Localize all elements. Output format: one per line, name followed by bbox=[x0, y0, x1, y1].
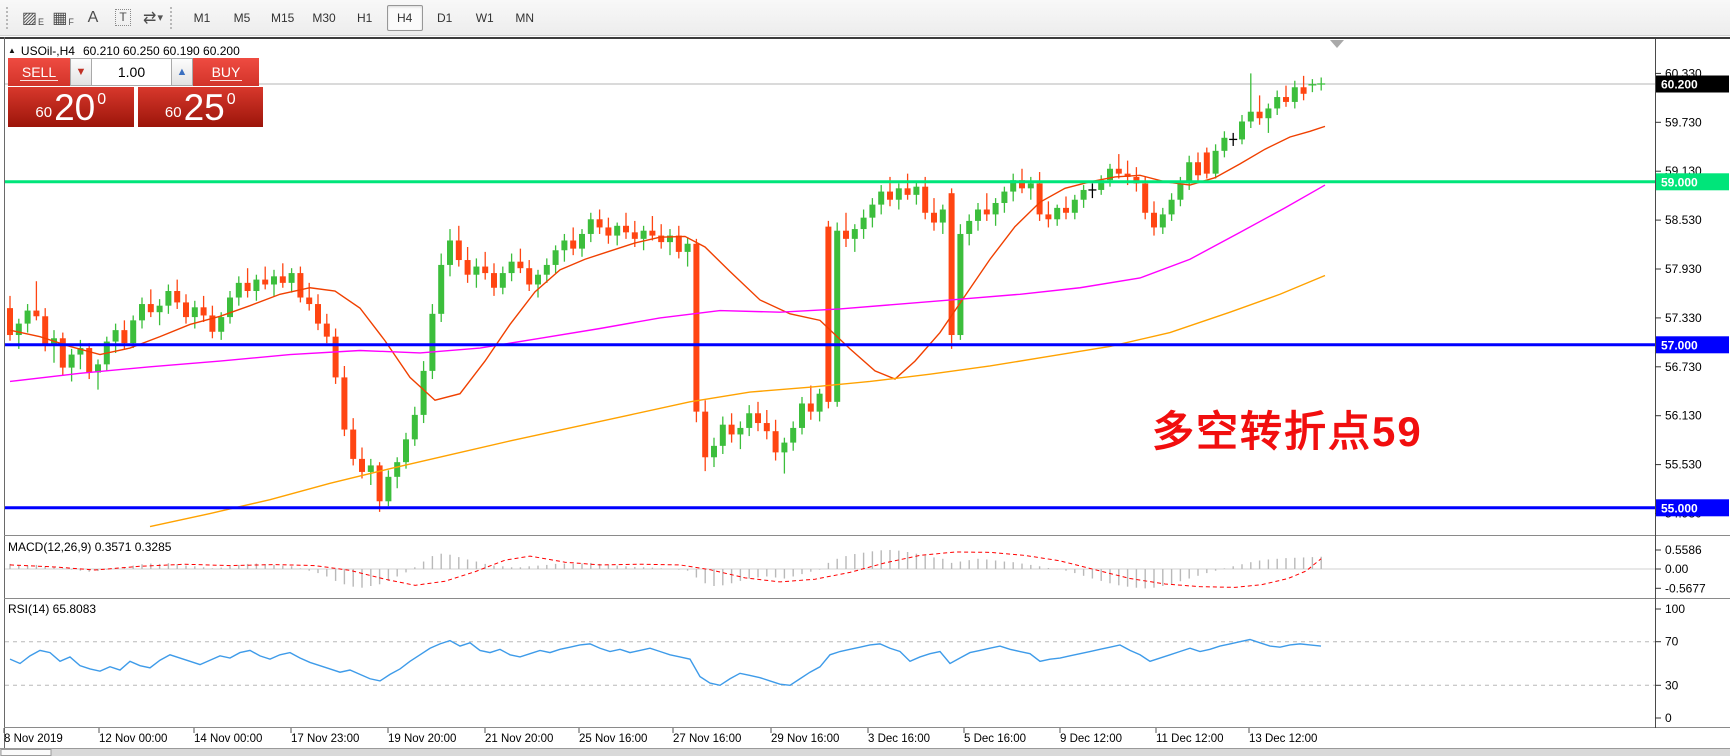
buy-price-panel[interactable]: 60 25 0 bbox=[138, 87, 264, 127]
symbol-period-label: USOil-,H4 bbox=[21, 44, 75, 58]
rsi-axis-label: 30 bbox=[1665, 678, 1679, 692]
time-axis-label: 3 Dec 16:00 bbox=[868, 733, 930, 745]
chevron-down-icon: ▾ bbox=[157, 11, 163, 24]
fibonacci-tool-button[interactable]: ▦ F bbox=[51, 5, 75, 31]
tf-button-M1[interactable]: M1 bbox=[184, 5, 220, 31]
text-tool-button[interactable]: A bbox=[81, 5, 105, 31]
rsi-axis-label: 100 bbox=[1665, 602, 1685, 616]
time-axis-label: 29 Nov 16:00 bbox=[771, 733, 839, 745]
price-axis-label: 57.330 bbox=[1665, 311, 1702, 325]
price-badge-label: 59.000 bbox=[1661, 175, 1698, 189]
price-badge-label: 55.000 bbox=[1661, 501, 1698, 515]
price-axis-label: 56.130 bbox=[1665, 409, 1702, 423]
tf-button-H4[interactable]: H4 bbox=[387, 5, 423, 31]
shapes-tool-button[interactable]: ⇄ ▾ bbox=[141, 5, 165, 31]
macd-axis-label: 0.5586 bbox=[1665, 543, 1702, 557]
ohlc-values: 60.210 60.250 60.190 60.200 bbox=[83, 44, 240, 58]
text-icon: A bbox=[88, 9, 99, 27]
time-axis-label: 19 Nov 20:00 bbox=[388, 733, 456, 745]
collapse-panel-icon[interactable]: ▲ bbox=[8, 46, 16, 55]
sell-button[interactable]: SELL bbox=[8, 58, 70, 86]
price-axis-label: 58.530 bbox=[1665, 213, 1702, 227]
price-axis-label: 57.930 bbox=[1665, 262, 1702, 276]
toolbar-separator bbox=[170, 7, 176, 29]
time-axis-label: 27 Nov 16:00 bbox=[673, 733, 741, 745]
fibonacci-icon: ▦ bbox=[52, 8, 67, 28]
text-label-tool-button[interactable]: T bbox=[111, 5, 135, 31]
tf-button-MN[interactable]: MN bbox=[507, 5, 543, 31]
volume-input[interactable] bbox=[92, 58, 171, 86]
time-axis-label: 5 Dec 16:00 bbox=[964, 733, 1026, 745]
time-axis-label: 14 Nov 00:00 bbox=[194, 733, 262, 745]
draw-channel-icon-sub: E bbox=[38, 17, 44, 27]
shapes-icon: ⇄ bbox=[143, 8, 156, 28]
rsi-line bbox=[10, 640, 1321, 686]
chart-annotation-text: 多空转折点59 bbox=[1152, 398, 1423, 459]
price-axis-label: 59.730 bbox=[1665, 115, 1702, 129]
sell-price-sup: 0 bbox=[97, 91, 106, 109]
timeframe-bar: M1M5M15M30H1H4D1W1MN bbox=[182, 5, 545, 31]
price-badge-label: 57.000 bbox=[1661, 338, 1698, 352]
time-axis-label: 12 Nov 00:00 bbox=[99, 733, 167, 745]
buy-button[interactable]: BUY bbox=[193, 58, 259, 86]
time-axis-label: 17 Nov 23:00 bbox=[291, 733, 359, 745]
time-axis-label: 11 Dec 12:00 bbox=[1156, 733, 1224, 745]
rsi-axis-label: 70 bbox=[1665, 635, 1679, 649]
toolbar-drag-handle[interactable] bbox=[6, 7, 12, 29]
text-label-icon: T bbox=[115, 9, 130, 26]
time-axis-label: 21 Nov 20:00 bbox=[485, 733, 553, 745]
mt4-window: 60.33059.73059.13058.53057.93057.33056.7… bbox=[0, 0, 1730, 756]
rsi-axis-label: 0 bbox=[1665, 711, 1672, 725]
tf-button-M30[interactable]: M30 bbox=[305, 5, 342, 31]
draw-channel-icon: ▨ bbox=[22, 8, 37, 28]
sell-button-label: SELL bbox=[20, 64, 58, 81]
one-click-trading-panel: SELL ▼ ▲ BUY 60 20 0 60 25 0 bbox=[8, 58, 263, 127]
rsi-label: RSI(14) 65.8083 bbox=[8, 602, 96, 616]
chart-shift-marker-icon bbox=[1330, 40, 1344, 48]
tf-button-H1[interactable]: H1 bbox=[347, 5, 383, 31]
spinner-up-icon: ▲ bbox=[177, 66, 188, 78]
ma-slow-line bbox=[150, 276, 1325, 527]
macd-axis-label: -0.5677 bbox=[1665, 581, 1706, 595]
time-axis-label: 25 Nov 16:00 bbox=[579, 733, 647, 745]
buy-price-prefix: 60 bbox=[165, 104, 182, 121]
fibonacci-icon-sub: F bbox=[68, 17, 74, 27]
draw-channel-tool-button[interactable]: ▨ E bbox=[21, 5, 45, 31]
macd-label: MACD(12,26,9) 0.3571 0.3285 bbox=[8, 540, 171, 554]
tf-button-M5[interactable]: M5 bbox=[224, 5, 260, 31]
candles-group bbox=[7, 73, 1325, 511]
horizontal-scrollbar[interactable] bbox=[0, 749, 1730, 756]
buy-button-label: BUY bbox=[210, 64, 243, 81]
macd-signal-line bbox=[10, 552, 1321, 587]
scrollbar-thumb[interactable] bbox=[1, 750, 51, 756]
ma-mid-line bbox=[10, 185, 1325, 381]
time-axis-label: 13 Dec 12:00 bbox=[1249, 733, 1317, 745]
macd-axis-label: 0.00 bbox=[1665, 562, 1689, 576]
time-axis-label: 9 Dec 12:00 bbox=[1060, 733, 1122, 745]
sell-price-panel[interactable]: 60 20 0 bbox=[8, 87, 134, 127]
toolbar: ▨ E ▦ F A T ⇄ ▾ M1M5M15M30H1H4D1W1MN bbox=[0, 0, 1730, 36]
tf-button-M15[interactable]: M15 bbox=[264, 5, 301, 31]
buy-price-main: 25 bbox=[184, 91, 225, 124]
chart-title: ▲ USOil-,H4 60.210 60.250 60.190 60.200 bbox=[8, 44, 240, 58]
sell-price-prefix: 60 bbox=[35, 104, 52, 121]
tf-button-D1[interactable]: D1 bbox=[427, 5, 463, 31]
spinner-down-icon: ▼ bbox=[76, 66, 87, 78]
price-badge-label: 60.200 bbox=[1661, 78, 1698, 92]
sell-price-main: 20 bbox=[54, 91, 95, 124]
buy-price-sup: 0 bbox=[227, 91, 236, 109]
volume-decrease-button[interactable]: ▼ bbox=[70, 58, 92, 86]
price-axis-label: 55.530 bbox=[1665, 458, 1702, 472]
volume-increase-button[interactable]: ▲ bbox=[171, 58, 193, 86]
price-axis-label: 56.730 bbox=[1665, 360, 1702, 374]
time-axis-label: 8 Nov 2019 bbox=[4, 733, 63, 745]
tf-button-W1[interactable]: W1 bbox=[467, 5, 503, 31]
